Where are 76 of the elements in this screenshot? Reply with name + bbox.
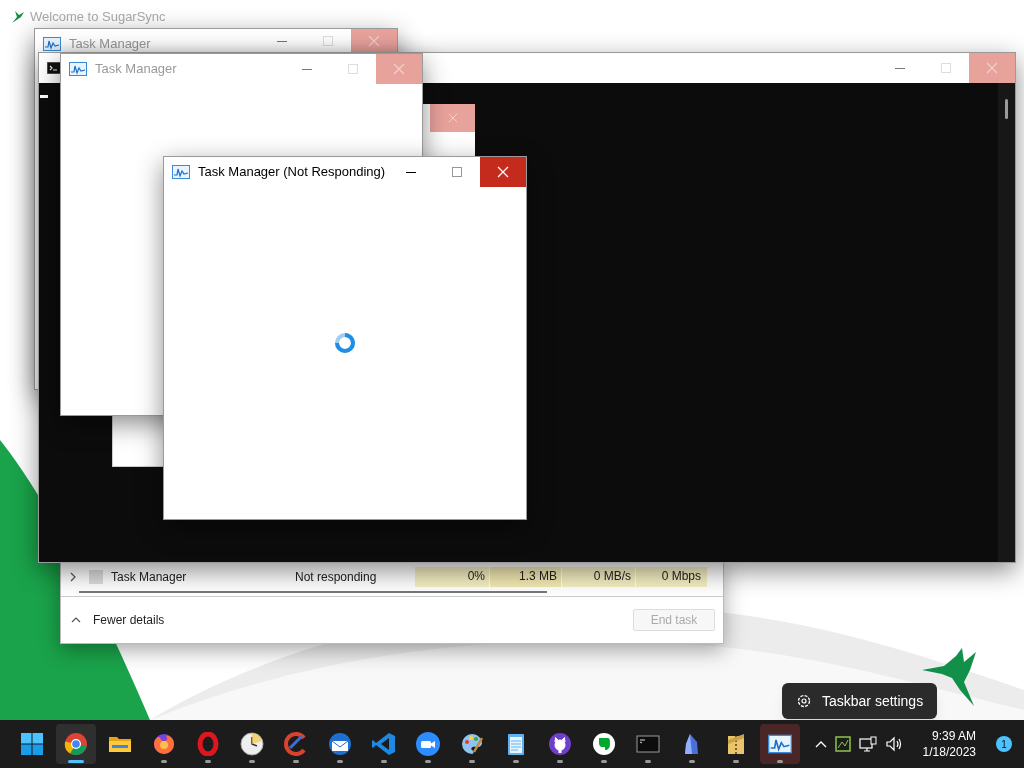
- window-title: Task Manager: [69, 35, 151, 54]
- bird-icon: [10, 8, 26, 25]
- maximize-icon: [348, 64, 358, 74]
- fewer-details-button[interactable]: Fewer details: [71, 611, 165, 629]
- close-icon: [368, 35, 380, 47]
- scrollbar[interactable]: [998, 83, 1015, 562]
- fox-globe-icon: [152, 732, 176, 756]
- maximize-icon: [452, 167, 462, 177]
- taskbar-app-button[interactable]: [760, 724, 800, 764]
- code-editor-icon: [372, 732, 396, 756]
- running-indicator: [689, 760, 695, 763]
- graph-icon: [69, 62, 87, 76]
- notification-badge[interactable]: 1: [996, 736, 1012, 752]
- running-indicator: [337, 760, 343, 763]
- process-status: Not responding: [295, 569, 377, 586]
- palette-icon: [460, 732, 484, 756]
- running-indicator: [425, 760, 431, 763]
- running-indicator: [513, 760, 519, 763]
- settings-icon: [796, 693, 812, 709]
- minimize-icon: [302, 68, 312, 70]
- video-camera-icon: [416, 732, 440, 756]
- tooltip-text: Taskbar settings: [822, 691, 924, 711]
- app-title: Welcome to SugarSync: [30, 8, 166, 26]
- app-icon: [89, 570, 103, 584]
- horizontal-scrollbar[interactable]: [79, 590, 547, 593]
- running-indicator: [249, 760, 255, 763]
- ring-logo-icon: [196, 732, 220, 756]
- minimize-icon: [895, 67, 905, 69]
- maximize-icon: [941, 63, 951, 73]
- running-indicator: [601, 760, 607, 763]
- graph-icon: [43, 37, 61, 51]
- graph-icon: [172, 165, 190, 179]
- minimize-icon: [406, 171, 416, 173]
- envelope-globe-icon: [328, 732, 352, 756]
- running-indicator: [293, 760, 299, 763]
- running-indicator: [733, 760, 739, 763]
- hummingbird-logo-icon: [922, 648, 978, 706]
- clock-time: 9:39 AM: [931, 728, 976, 744]
- tray-app-icon[interactable]: [834, 736, 851, 752]
- window-title: Task Manager: [95, 60, 177, 79]
- process-name: Task Manager: [111, 569, 188, 586]
- running-indicator: [205, 760, 211, 763]
- running-indicator: [469, 760, 475, 763]
- chevron-up-icon[interactable]: [814, 740, 827, 748]
- brush-icon: [284, 732, 308, 756]
- network-icon[interactable]: [858, 736, 877, 752]
- volume-icon[interactable]: [884, 736, 903, 752]
- clock-icon: [240, 732, 264, 756]
- window-title: Task Manager (Not Responding): [198, 163, 386, 182]
- memory-cell: 1.3 MB: [489, 567, 561, 587]
- terminal-icon: [636, 732, 660, 756]
- running-indicator: [645, 760, 651, 763]
- close-icon: [986, 62, 998, 74]
- round-browser-icon: [64, 732, 88, 756]
- disk-cell: 0 MB/s: [561, 567, 635, 587]
- network-cell: 0 Mbps: [635, 567, 707, 587]
- taskbar-app-button[interactable]: [56, 724, 96, 764]
- running-indicator: [557, 760, 563, 763]
- graph-icon: [768, 734, 792, 754]
- close-icon: [393, 63, 405, 75]
- running-indicator: [777, 760, 783, 763]
- windows-logo-icon: [21, 733, 43, 755]
- close-icon: [447, 113, 458, 123]
- chevron-icon[interactable]: [69, 572, 77, 582]
- cpu-cell: 0%: [415, 567, 489, 587]
- clock[interactable]: 9:39 AM 1/18/2023: [920, 728, 978, 760]
- clock-date: 1/18/2023: [922, 744, 976, 760]
- running-indicator: [68, 760, 84, 763]
- close-icon: [497, 166, 509, 178]
- terminal-icon: [47, 62, 61, 74]
- running-indicator: [381, 760, 387, 763]
- minimize-icon: [277, 40, 287, 42]
- chevron-up-icon: [71, 617, 81, 623]
- maximize-icon: [323, 36, 333, 46]
- running-indicator: [161, 760, 167, 763]
- cat-logo-icon: [548, 732, 572, 756]
